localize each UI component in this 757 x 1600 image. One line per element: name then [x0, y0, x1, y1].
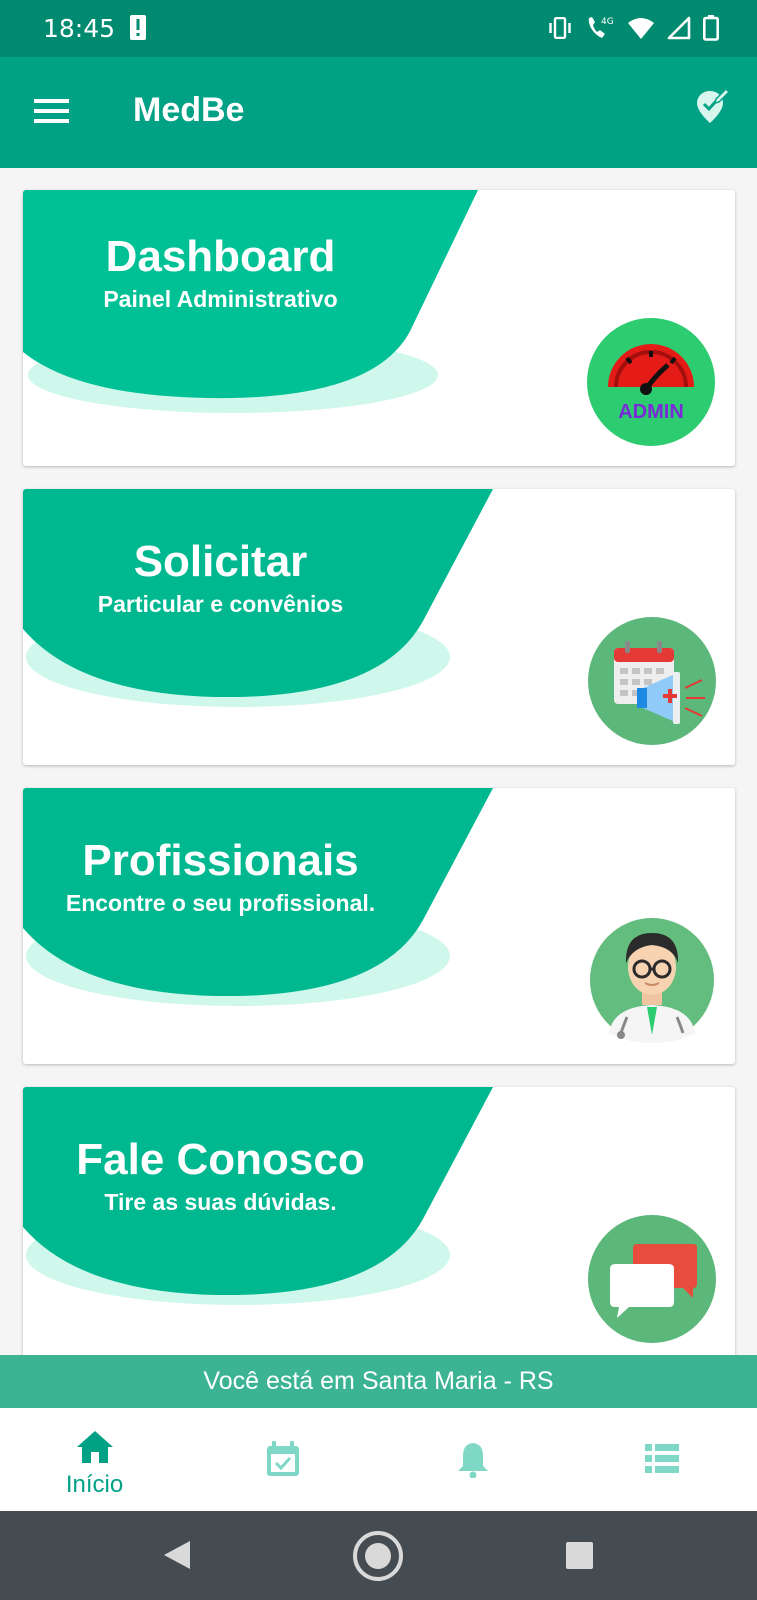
chat-bubbles-icon	[588, 1215, 716, 1343]
status-icons: 4G	[547, 13, 719, 43]
bottom-nav: Início	[0, 1408, 757, 1511]
status-time: 18:45	[43, 14, 116, 43]
signal-icon	[667, 16, 691, 40]
card-title: Profissionais	[82, 836, 359, 885]
calendar-check-icon	[267, 1441, 299, 1476]
home-icon	[77, 1431, 113, 1463]
menu-cards-list[interactable]: Dashboard Painel Administrativo ADMIN So…	[0, 168, 757, 1355]
card-subtitle: Painel Administrativo	[103, 286, 338, 312]
back-icon[interactable]	[162, 1539, 192, 1571]
location-strip: Você está em Santa Maria - RS	[0, 1355, 757, 1408]
alert-icon	[130, 15, 146, 40]
hamburger-menu-icon[interactable]	[34, 96, 69, 126]
profissionais-card[interactable]: Profissionais Encontre o seu profissiona…	[23, 788, 735, 1064]
fale-conosco-card[interactable]: Fale Conosco Tire as suas dúvidas.	[23, 1087, 735, 1355]
solicitar-card[interactable]: Solicitar Particular e convênios	[23, 489, 735, 765]
app-title: MedBe	[133, 91, 245, 129]
bell-icon	[458, 1443, 488, 1478]
system-nav-bar	[0, 1511, 757, 1600]
calendar-megaphone-icon	[588, 617, 716, 745]
call-4g-icon: 4G	[588, 17, 614, 38]
nav-label-inicio: Início	[65, 1471, 124, 1498]
nav-item-inicio[interactable]: Início	[0, 1408, 189, 1511]
status-bar: 18:45 4G	[0, 0, 757, 57]
battery-icon	[703, 15, 719, 41]
list-icon	[645, 1444, 679, 1473]
admin-gauge-icon: ADMIN	[587, 318, 715, 446]
svg-text:4G: 4G	[601, 17, 614, 27]
nav-item-list[interactable]	[567, 1408, 756, 1511]
card-title: Fale Conosco	[76, 1135, 365, 1184]
card-subtitle: Particular e convênios	[97, 591, 344, 617]
dashboard-card[interactable]: Dashboard Painel Administrativo ADMIN	[23, 190, 735, 466]
recents-icon[interactable]	[566, 1542, 593, 1569]
admin-label: ADMIN	[618, 401, 684, 423]
nav-item-notifications[interactable]	[378, 1408, 567, 1511]
home-circle-icon[interactable]	[352, 1530, 404, 1582]
card-subtitle: Encontre o seu profissional.	[65, 890, 376, 916]
card-subtitle: Tire as suas dúvidas.	[104, 1189, 337, 1215]
vibrate-icon	[549, 17, 571, 39]
card-title: Dashboard	[105, 232, 336, 281]
doctor-avatar-icon	[590, 918, 714, 1043]
app-bar: MedBe	[0, 57, 757, 168]
nav-item-calendar[interactable]	[189, 1408, 378, 1511]
wifi-icon	[628, 18, 654, 39]
card-title: Solicitar	[133, 537, 308, 586]
location-edit-icon[interactable]	[695, 87, 729, 125]
